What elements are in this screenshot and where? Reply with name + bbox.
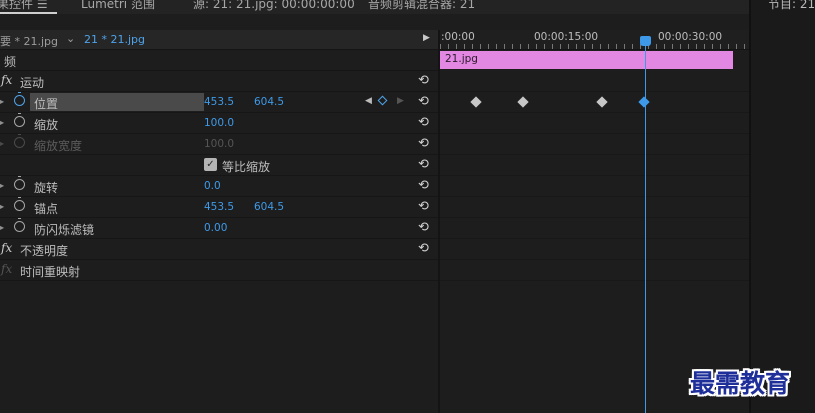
property-label: 旋转 [34, 181, 59, 195]
rotation-value[interactable]: 0.0 [204, 180, 221, 192]
property-anchor-point[interactable]: ▶ 锚点 453.5 604.5 ⟲ [0, 197, 438, 218]
panel-tab-bar: 果控件 ☰ Lumetri 范围 源: 21: 21.jpg: 00:00:00… [0, 0, 815, 14]
effect-label: 不透明度 [20, 244, 69, 258]
keyframe-lane [440, 260, 750, 281]
keyframe-lane [440, 92, 750, 113]
keyframe-lane [440, 71, 750, 92]
stopwatch-icon[interactable] [14, 92, 25, 106]
section-label: 频 [4, 55, 17, 69]
tab-lumetri-scopes[interactable]: Lumetri 范围 [81, 0, 155, 12]
property-scale-width: ▶ 缩放宽度 100.0 ⟲ [0, 134, 438, 155]
fx-icon: fx [1, 262, 13, 276]
effect-opacity[interactable]: fx 不透明度 ⟲ [0, 239, 438, 260]
play-icon[interactable]: ▶ [423, 33, 430, 43]
keyframe-lanes [440, 71, 750, 281]
program-monitor-panel: 节目: 21 [751, 0, 815, 413]
reset-icon[interactable]: ⟲ [418, 157, 429, 172]
tab-program[interactable]: 节目: 21 [768, 0, 815, 12]
ruler-label: :00:00 [441, 31, 475, 43]
sequence-clip-label[interactable]: 21 * 21.jpg [84, 33, 145, 46]
anti-flicker-value[interactable]: 0.00 [204, 222, 227, 234]
uniform-scale-checkbox[interactable]: ✓ [204, 158, 217, 171]
anchor-x-value[interactable]: 453.5 [204, 201, 234, 213]
expand-triangle-icon[interactable]: ▶ [0, 223, 4, 232]
reset-icon[interactable]: ⟲ [418, 94, 429, 109]
add-keyframe-icon[interactable] [377, 95, 388, 106]
tab-source[interactable]: 源: 21: 21.jpg: 00:00:00:00 [193, 0, 355, 12]
stopwatch-icon[interactable] [14, 218, 25, 232]
reset-icon[interactable]: ⟲ [418, 220, 429, 235]
expand-triangle-icon: ▶ [0, 139, 5, 148]
master-clip-label[interactable]: 要 * 21.jpg [0, 33, 58, 49]
position-x-value[interactable]: 453.5 [204, 96, 234, 108]
next-keyframe-icon[interactable]: ▶ [397, 96, 404, 106]
tab-effect-controls[interactable]: 果控件 ☰ [0, 0, 48, 12]
reset-icon[interactable]: ⟲ [418, 136, 429, 151]
ruler-ticks [440, 44, 750, 49]
stopwatch-icon[interactable] [14, 176, 25, 190]
reset-icon[interactable]: ⟲ [418, 115, 429, 130]
position-y-value[interactable]: 604.5 [254, 96, 284, 108]
property-position[interactable]: ▶ 位置 453.5 604.5 ◀ ▶ ⟲ [0, 92, 438, 113]
section-video-effects: 频 [0, 50, 438, 71]
effect-motion[interactable]: fx 运动 ⟲ [0, 71, 438, 92]
fx-icon[interactable]: fx [1, 73, 12, 87]
timeline-clip[interactable]: 21.jpg [440, 51, 733, 69]
source-selector-row: 要 * 21.jpg ⌄ 21 * 21.jpg ▶ [0, 30, 438, 50]
clip-name: 21.jpg [445, 53, 478, 65]
stopwatch-icon [14, 134, 25, 148]
effect-label: 运动 [20, 76, 45, 90]
property-uniform-scale[interactable]: ✓ 等比缩放 ⟲ [0, 155, 438, 176]
tab-audio-clip-mixer[interactable]: 音频剪辑混合器: 21 [368, 0, 475, 12]
reset-icon[interactable]: ⟲ [418, 73, 429, 88]
property-label: 缩放 [34, 118, 59, 132]
keyframe-lane [440, 176, 750, 197]
chevron-down-icon[interactable]: ⌄ [66, 32, 75, 45]
anchor-y-value[interactable]: 604.5 [254, 201, 284, 213]
property-label: 缩放宽度 [34, 139, 83, 153]
reset-icon[interactable]: ⟲ [418, 178, 429, 193]
stopwatch-icon[interactable] [14, 113, 25, 127]
scale-value[interactable]: 100.0 [204, 117, 234, 129]
prev-keyframe-icon[interactable]: ◀ [365, 96, 372, 106]
keyframe-lane [440, 155, 750, 176]
checkbox-label: 等比缩放 [222, 160, 271, 174]
stopwatch-icon[interactable] [14, 197, 25, 211]
expand-triangle-icon[interactable]: ▶ [0, 181, 4, 190]
ruler-label: 00:00:15:00 [534, 31, 599, 43]
property-label: 锚点 [34, 202, 59, 216]
property-anti-flicker[interactable]: ▶ 防闪烁滤镜 0.00 ⟲ [0, 218, 438, 239]
effect-time-remapping[interactable]: fx 时间重映射 [0, 260, 438, 281]
watermark: 最需教育 [690, 369, 791, 398]
keyframe-lane [440, 218, 750, 239]
expand-triangle-icon[interactable]: ▶ [0, 202, 4, 211]
effect-label: 时间重映射 [20, 265, 81, 279]
reset-icon[interactable]: ⟲ [418, 241, 429, 256]
playhead-line [645, 38, 646, 413]
scale-width-value: 100.0 [204, 138, 235, 150]
property-label: 防闪烁滤镜 [34, 223, 95, 237]
ruler-label: 00:00:30:00 [658, 31, 723, 43]
property-rotation[interactable]: ▶ 旋转 0.0 ⟲ [0, 176, 438, 197]
effect-properties: 频 fx 运动 ⟲ ▶ 位置 453.5 604.5 ◀ ▶ ⟲ ▶ 缩放 10… [0, 50, 438, 281]
expand-triangle-icon[interactable]: ▶ [0, 97, 4, 106]
expand-triangle-icon[interactable]: ▶ [0, 118, 4, 127]
keyframe-lane [440, 239, 750, 260]
fx-icon[interactable]: fx [1, 241, 12, 255]
keyframe-lane [440, 113, 750, 134]
property-label: 位置 [34, 97, 59, 111]
reset-icon[interactable]: ⟲ [418, 199, 429, 214]
keyframe-lane [440, 197, 750, 218]
active-tab-indicator [0, 12, 57, 14]
property-scale[interactable]: ▶ 缩放 100.0 ⟲ [0, 113, 438, 134]
keyframe-lane [440, 134, 750, 155]
playhead-handle[interactable] [640, 36, 651, 46]
